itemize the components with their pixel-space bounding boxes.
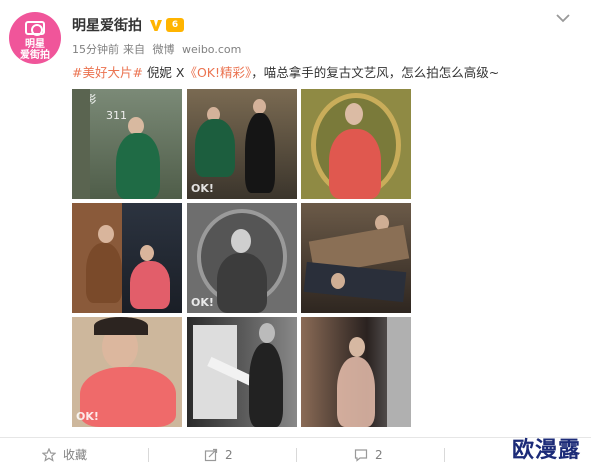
favorite-label: 收藏 (63, 448, 88, 462)
post-meta: 15分钟前 来自 微博 weibo.com (72, 41, 245, 57)
cover-issue-text: 311 (106, 109, 127, 122)
post-text: #美好大片# 倪妮 X《OK!精彩》，喵总拿手的复古文艺风，怎么拍怎么高级~ (72, 62, 499, 81)
weibo-post-card: 明星 爱街拍 明星爱街拍 6 15分钟前 来自 微博 weibo.com #美好大… (0, 0, 591, 471)
comment-count: 2 (375, 447, 383, 462)
avatar-text-line1: 明星 (25, 39, 45, 50)
photo-watermark-ok: OK! (76, 410, 99, 423)
photo-7[interactable]: OK! (72, 317, 182, 427)
photo-6[interactable] (301, 203, 411, 313)
hashtag-link[interactable]: #美好大片# (72, 65, 143, 80)
username[interactable]: 明星爱街拍 (72, 15, 142, 35)
footer-separator (148, 448, 149, 462)
post-time[interactable]: 15分钟前 (72, 43, 119, 56)
verified-icon (150, 20, 162, 31)
repost-count: 2 (225, 447, 233, 462)
post-text-before: 倪妮 X (142, 65, 185, 80)
star-icon (42, 447, 56, 462)
avatar-text-line2: 爱街拍 (20, 50, 50, 61)
camera-icon (25, 21, 45, 36)
photo-3[interactable] (301, 89, 411, 199)
repost-icon (204, 448, 218, 461)
avatar[interactable]: 明星 爱街拍 (9, 12, 61, 64)
post-text-after: ，喵总拿手的复古文艺风，怎么拍怎么高级~ (251, 65, 500, 80)
footer-separator (444, 448, 445, 462)
chevron-down-icon[interactable] (555, 12, 571, 24)
name-row: 明星爱街拍 6 (72, 15, 184, 35)
photo-watermark-ok: OK! (191, 296, 214, 309)
photo-2[interactable]: OK! (187, 89, 297, 199)
photo-8[interactable] (187, 317, 297, 427)
post-source[interactable]: 微博 (153, 43, 175, 56)
photo-4[interactable] (72, 203, 182, 313)
photo-9[interactable] (301, 317, 411, 427)
footer-separator (296, 448, 297, 462)
vip-badge-icon: 6 (166, 18, 184, 32)
repost-button[interactable]: 2 (204, 438, 233, 471)
photo-1[interactable]: 精彩 311 (72, 89, 182, 199)
photo-watermark-ok: OK! (191, 182, 214, 195)
photo-5[interactable]: OK! (187, 203, 297, 313)
source-prefix: 来自 (123, 43, 145, 56)
source-domain: weibo.com (182, 43, 242, 56)
comment-icon (354, 448, 368, 462)
post-actions: 收藏 2 2 (0, 438, 591, 471)
comment-button[interactable]: 2 (354, 438, 383, 471)
magazine-link[interactable]: 《OK!精彩》 (184, 65, 251, 80)
site-watermark: 欧漫露 (512, 438, 582, 463)
favorite-button[interactable]: 收藏 (42, 438, 87, 471)
